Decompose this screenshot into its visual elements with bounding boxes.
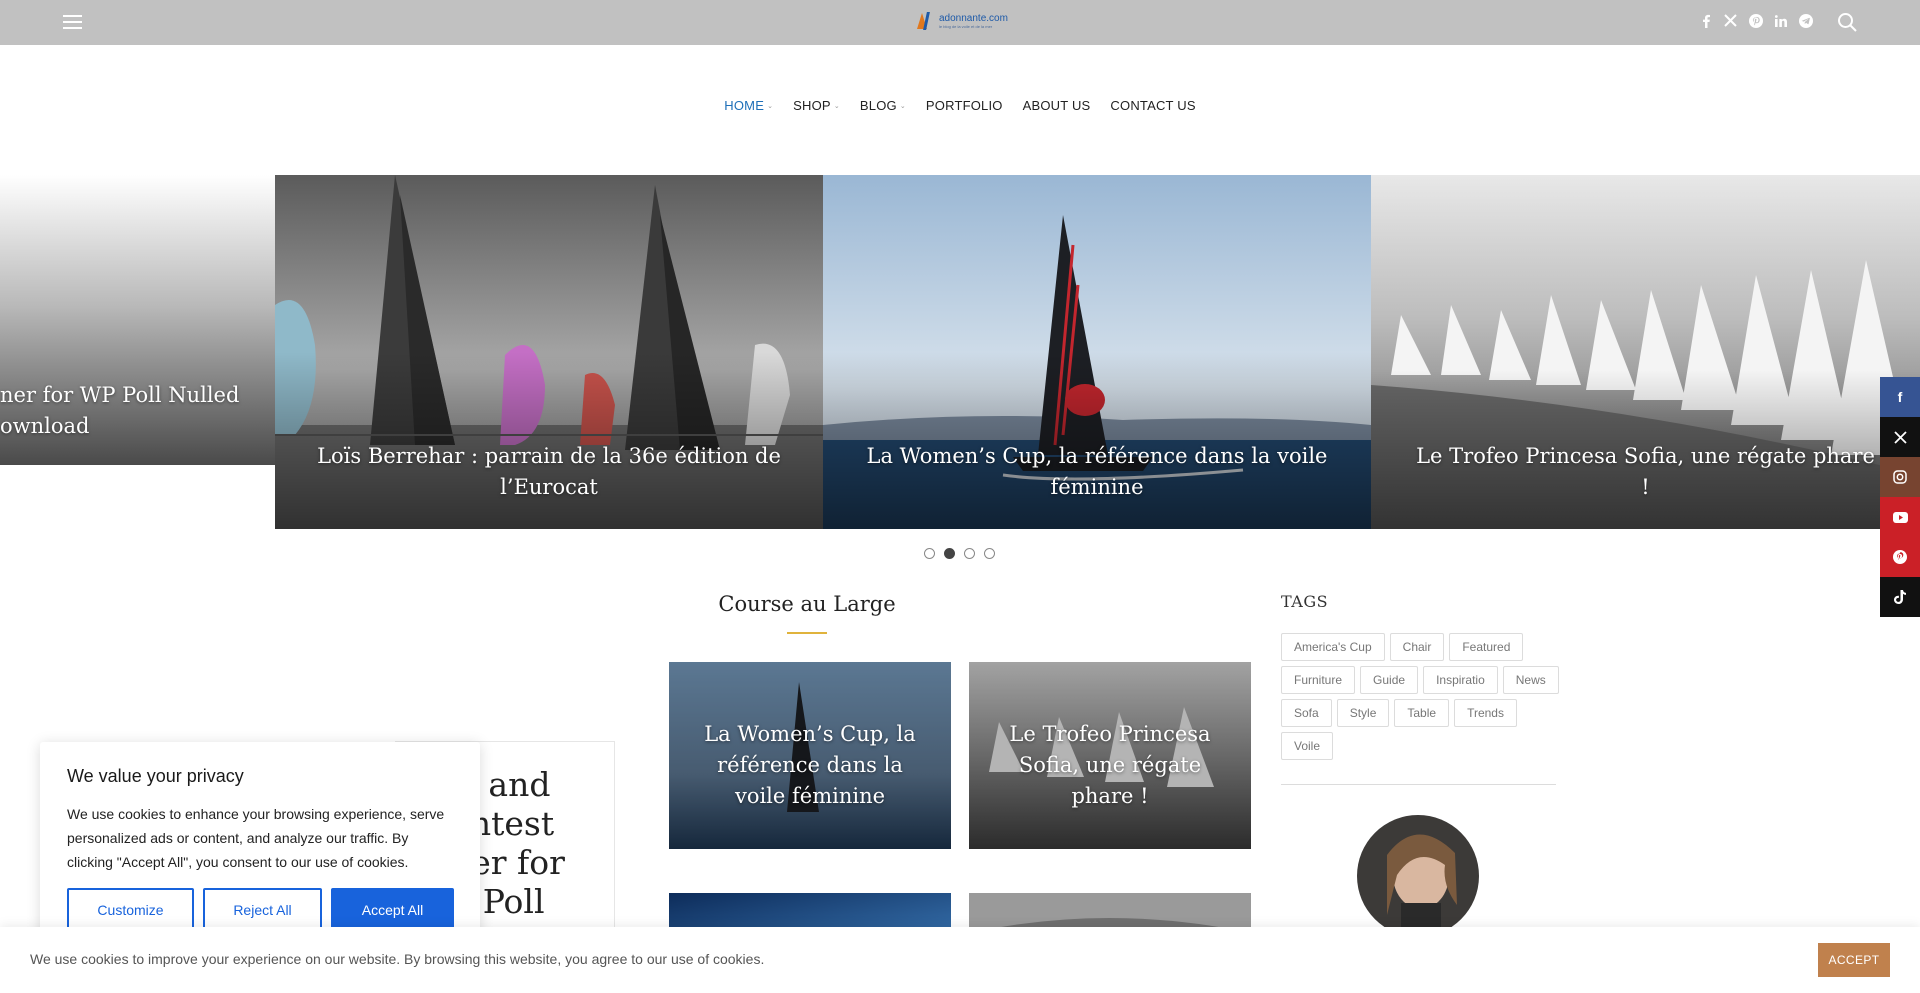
slide-eurocat[interactable]: Loïs Berrehar : parrain de la 36e éditio… (275, 175, 823, 529)
x-twitter-icon[interactable] (1880, 417, 1920, 457)
tag-link[interactable]: Furniture (1281, 666, 1356, 694)
facebook-icon[interactable]: f (1880, 377, 1920, 417)
author-avatar (1357, 815, 1479, 937)
slider-dot[interactable] (984, 548, 995, 559)
tag-link[interactable]: Featured (1449, 633, 1524, 661)
slide-womens-cup[interactable]: La Women’s Cup, la référence dans la voi… (823, 175, 1371, 529)
card-caption[interactable]: Le Trofeo Princesa Sofia, une régate pha… (969, 718, 1251, 811)
nav-about-us[interactable]: ABOUT US (1013, 98, 1101, 113)
tag-link[interactable]: Guide (1360, 666, 1419, 694)
tag-link[interactable]: Voile (1281, 732, 1334, 760)
nav-label: SHOP (793, 98, 831, 113)
slide-caption[interactable]: La Women’s Cup, la référence dans la voi… (823, 441, 1371, 503)
card-caption[interactable]: La Women’s Cup, la référence dans la voi… (669, 718, 951, 811)
tag-link[interactable]: Sofa (1281, 699, 1332, 727)
accept-cookies-button[interactable]: ACCEPT (1818, 943, 1890, 977)
tag-cloud: America's Cup Chair Featured Furniture G… (1281, 633, 1561, 760)
tag-link[interactable]: Inspiratio (1423, 666, 1498, 694)
cookie-notice-bar: We use cookies to improve your experienc… (0, 927, 1920, 993)
customize-button[interactable]: Customize (67, 888, 194, 932)
site-logo[interactable]: adonnante.com le blog de la voile et de … (915, 10, 1008, 32)
slide-caption[interactable]: Le Trofeo Princesa Sofia, une régate pha… (1371, 441, 1920, 503)
facebook-icon[interactable] (1698, 13, 1713, 28)
slider-dot[interactable] (924, 548, 935, 559)
chevron-down-icon: ⌄ (899, 102, 906, 110)
nav-shop[interactable]: SHOP ⌄ (783, 98, 850, 113)
slide-caption[interactable]: Loïs Berrehar : parrain de la 36e éditio… (275, 441, 823, 503)
tag-link[interactable]: Chair (1389, 633, 1445, 661)
nav-blog[interactable]: BLOG ⌄ (850, 98, 916, 113)
logo-text: adonnante.com (939, 13, 1008, 24)
nav-label: PORTFOLIO (925, 98, 1003, 113)
x-twitter-icon[interactable] (1723, 13, 1738, 28)
slider-dot-active[interactable] (944, 548, 955, 559)
tag-link[interactable]: Table (1394, 699, 1450, 727)
reject-all-button[interactable]: Reject All (203, 888, 322, 932)
top-bar: adonnante.com le blog de la voile et de … (0, 0, 1920, 45)
tags-widget-title: TAGS (1281, 592, 1329, 611)
chevron-down-icon: ⌄ (767, 102, 774, 110)
slider-pagination (924, 548, 995, 559)
cookie-modal-text: We use cookies to enhance your browsing … (67, 806, 445, 870)
cookie-consent-modal: We value your privacy We use cookies to … (40, 742, 480, 942)
section-title-underline (787, 632, 827, 634)
pinterest-icon[interactable] (1880, 537, 1920, 577)
nav-label: ABOUT US (1022, 98, 1091, 113)
section-title: Course au Large (718, 592, 896, 616)
main-navigation: HOME ⌄ SHOP ⌄ BLOG ⌄ PORTFOLIO ABOUT US CON… (0, 98, 1920, 113)
slide-partial[interactable]: ner for WP Poll Nulled ownload (0, 175, 275, 465)
youtube-icon[interactable] (1880, 497, 1920, 537)
tiktok-icon[interactable] (1880, 577, 1920, 617)
header-socials (1698, 13, 1813, 28)
nav-label: HOME (724, 98, 765, 113)
cookie-modal-title: We value your privacy (67, 766, 244, 786)
sidebar-divider (1281, 784, 1556, 785)
logo-mark (915, 10, 935, 32)
nav-label: CONTACT US (1110, 98, 1196, 113)
linkedin-icon[interactable] (1773, 13, 1788, 28)
slide-trofeo[interactable]: Le Trofeo Princesa Sofia, une régate pha… (1371, 175, 1920, 529)
nav-label: BLOG (859, 98, 897, 113)
featured-slider: ner for WP Poll Nulled ownload Loïs Berr… (0, 175, 1920, 529)
search-icon[interactable] (1837, 12, 1857, 32)
tag-link[interactable]: America's Cup (1281, 633, 1385, 661)
cookie-modal-actions: Customize Reject All Accept All (67, 888, 454, 932)
cookie-notice-text: We use cookies to improve your experienc… (30, 951, 765, 967)
tag-link[interactable]: Trends (1454, 699, 1517, 727)
pinterest-icon[interactable] (1748, 13, 1763, 28)
tag-link[interactable]: Style (1336, 699, 1390, 727)
nav-contact-us[interactable]: CONTACT US (1100, 98, 1205, 113)
nav-home[interactable]: HOME ⌄ (714, 98, 783, 113)
tag-link[interactable]: News (1502, 666, 1559, 694)
slider-dot[interactable] (964, 548, 975, 559)
hamburger-menu-icon[interactable] (63, 15, 82, 29)
chevron-down-icon: ⌄ (833, 102, 840, 110)
floating-social-bar: f (1880, 377, 1920, 617)
slide-caption[interactable]: ner for WP Poll Nulled ownload (0, 380, 239, 442)
post-card-trofeo[interactable]: Le Trofeo Princesa Sofia, une régate pha… (969, 662, 1251, 849)
instagram-icon[interactable] (1880, 457, 1920, 497)
telegram-icon[interactable] (1798, 13, 1813, 28)
logo-subtitle: le blog de la voile et de la mer (939, 24, 993, 29)
accept-all-button[interactable]: Accept All (331, 888, 454, 932)
post-card-womens-cup[interactable]: La Women’s Cup, la référence dans la voi… (669, 662, 951, 849)
nav-portfolio[interactable]: PORTFOLIO (916, 98, 1013, 113)
